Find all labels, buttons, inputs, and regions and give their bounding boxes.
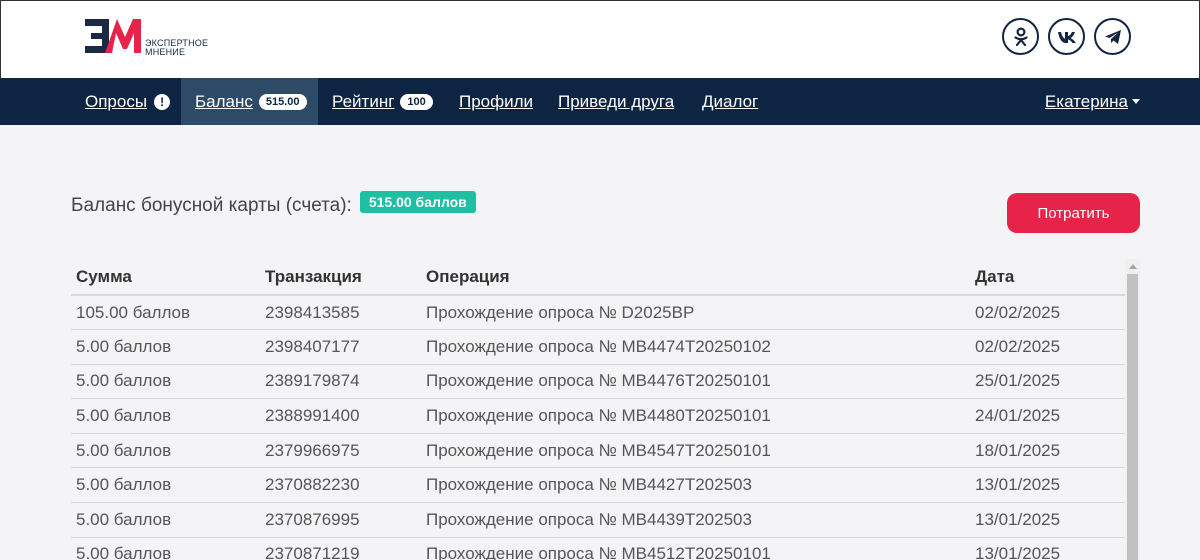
nav-item-dialog[interactable]: Диалог [702, 78, 758, 125]
balance-badge: 515.00 [258, 93, 307, 110]
table-row: 5.00 баллов 2398407177 Прохождение опрос… [71, 329, 1125, 365]
balance-summary: Баланс бонусной карты (счета): 515.00 ба… [71, 191, 476, 217]
cell-date: 25/01/2025 [970, 364, 1125, 400]
logo-mark [85, 19, 141, 53]
cell-transaction: 2398413585 [260, 295, 421, 331]
transactions-table: Сумма Транзакция Операция Дата 105.00 ба… [71, 259, 1125, 560]
balance-value-badge: 515.00 баллов [359, 191, 476, 213]
scroll-up-arrow-icon[interactable] [1129, 264, 1137, 269]
transactions-table-container: Сумма Транзакция Операция Дата 105.00 ба… [71, 259, 1125, 560]
cell-operation: Прохождение опроса № MB4427T202503 [421, 467, 970, 504]
cell-operation: Прохождение опроса № MB4474T20250102 [421, 329, 970, 365]
nav-item-invite-friend[interactable]: Приведи друга [558, 78, 674, 125]
odnoklassniki-link[interactable] [1002, 18, 1039, 55]
telegram-link[interactable] [1094, 18, 1131, 55]
column-header-transaction[interactable]: Транзакция [260, 259, 421, 296]
scrollbar-thumb[interactable] [1127, 274, 1138, 560]
cell-operation: Прохождение опроса № MB4547T20250101 [421, 433, 970, 469]
cell-amount: 5.00 баллов [71, 433, 260, 469]
odnoklassniki-icon [1013, 26, 1028, 46]
cell-amount: 5.00 баллов [71, 364, 260, 400]
table-row: 5.00 баллов 2370876995 Прохождение опрос… [71, 502, 1125, 538]
caret-down-icon [1132, 99, 1140, 104]
user-name: Екатерина [1044, 91, 1128, 111]
cell-date: 13/01/2025 [970, 467, 1125, 504]
cell-date: 02/02/2025 [970, 295, 1125, 331]
cell-operation: Прохождение опроса № MB4480T20250101 [421, 398, 970, 434]
cell-date: 18/01/2025 [970, 433, 1125, 469]
nav-item-label: Диалог [702, 91, 759, 111]
alert-badge: ! [154, 93, 171, 110]
cell-amount: 105.00 баллов [71, 295, 260, 331]
cell-amount: 5.00 баллов [71, 502, 260, 538]
cell-transaction: 2389179874 [260, 364, 421, 400]
telegram-icon [1104, 29, 1121, 44]
cell-amount: 5.00 баллов [71, 537, 260, 560]
spend-button[interactable]: Потратить [1007, 193, 1140, 233]
table-row: 5.00 баллов 2379966975 Прохождение опрос… [71, 433, 1125, 469]
cell-transaction: 2370876995 [260, 502, 421, 538]
nav-item-label: Баланс [195, 91, 253, 111]
cell-amount: 5.00 баллов [71, 398, 260, 434]
cell-transaction: 2398407177 [260, 329, 421, 365]
table-row: 5.00 баллов 2370882230 Прохождение опрос… [71, 467, 1125, 504]
cell-operation: Прохождение опроса № MB4476T20250101 [421, 364, 970, 400]
cell-operation: Прохождение опроса № MB4439T202503 [421, 502, 970, 538]
table-header-row: Сумма Транзакция Операция Дата [71, 259, 1125, 296]
cell-amount: 5.00 баллов [71, 329, 260, 365]
nav-item-rating[interactable]: Рейтинг 100 [332, 78, 433, 125]
logo-text-line2: МНЕНИЕ [145, 47, 186, 57]
table-row: 5.00 баллов 2388991400 Прохождение опрос… [71, 398, 1125, 434]
user-menu[interactable]: Екатерина [1045, 78, 1140, 125]
nav-item-balance[interactable]: Баланс 515.00 [181, 78, 318, 125]
rating-badge: 100 [400, 93, 433, 110]
nav-item-profiles[interactable]: Профили [459, 78, 533, 125]
table-row: 105.00 баллов 2398413585 Прохождение опр… [71, 295, 1125, 331]
nav-item-label: Рейтинг [332, 91, 395, 111]
social-links [1002, 18, 1131, 55]
main-nav: Опросы ! Баланс 515.00 Рейтинг 100 Профи… [0, 78, 1200, 125]
logo[interactable]: ЭКСПЕРТНОЕ МНЕНИЕ [83, 15, 233, 59]
table-row: 5.00 баллов 2370871219 Прохождение опрос… [71, 537, 1125, 560]
cell-date: 24/01/2025 [970, 398, 1125, 434]
vk-icon [1057, 31, 1076, 43]
column-header-date[interactable]: Дата [970, 259, 1125, 296]
site-header: ЭКСПЕРТНОЕ МНЕНИЕ [0, 0, 1200, 78]
balance-label: Баланс бонусной карты (счета): [71, 195, 352, 216]
nav-item-label: Профили [459, 91, 534, 111]
cell-operation: Прохождение опроса № D2025BP [421, 295, 970, 331]
cell-date: 13/01/2025 [970, 502, 1125, 538]
cell-transaction: 2370871219 [260, 537, 421, 560]
cell-amount: 5.00 баллов [71, 467, 260, 504]
column-header-operation[interactable]: Операция [421, 259, 970, 296]
vk-link[interactable] [1048, 18, 1085, 55]
nav-item-label: Приведи друга [558, 91, 675, 111]
logo-text: ЭКСПЕРТНОЕ МНЕНИЕ [145, 39, 208, 57]
nav-item-surveys[interactable]: Опросы ! [73, 78, 182, 125]
cell-transaction: 2388991400 [260, 398, 421, 434]
table-row: 5.00 баллов 2389179874 Прохождение опрос… [71, 364, 1125, 400]
nav-item-label: Опросы [85, 91, 148, 111]
cell-operation: Прохождение опроса № MB4512T20250101 [421, 537, 970, 560]
column-header-amount[interactable]: Сумма [71, 259, 260, 296]
cell-date: 02/02/2025 [970, 329, 1125, 365]
cell-date: 13/01/2025 [970, 537, 1125, 560]
cell-transaction: 2370882230 [260, 467, 421, 504]
table-scrollbar[interactable] [1125, 259, 1140, 560]
cell-transaction: 2379966975 [260, 433, 421, 469]
